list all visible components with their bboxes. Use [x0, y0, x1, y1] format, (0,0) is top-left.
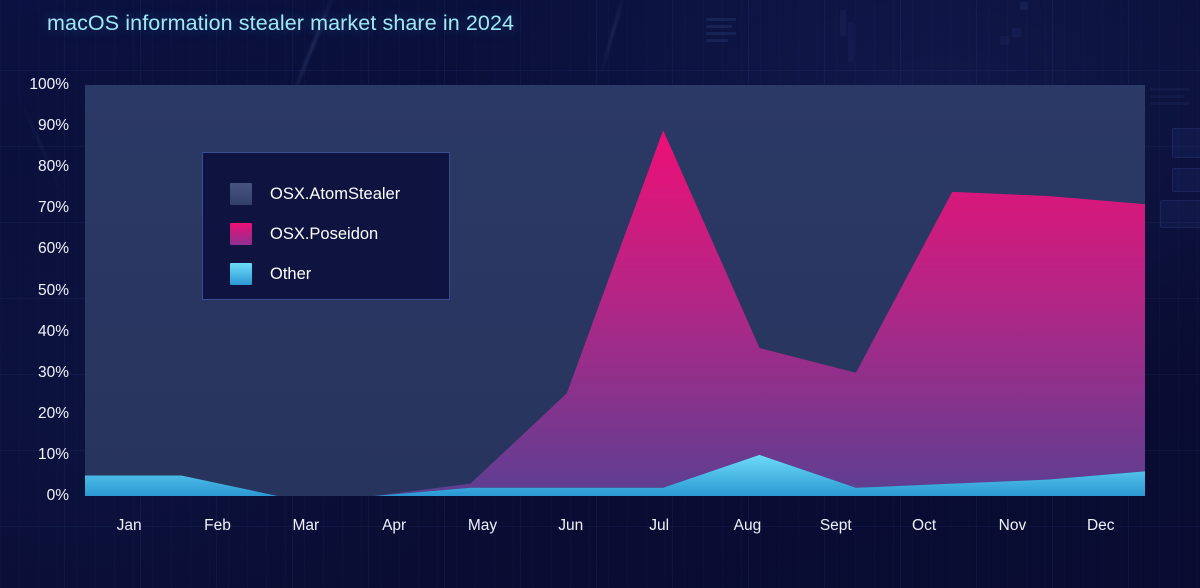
y-axis-tick: 60%: [37, 240, 69, 258]
y-axis-tick: 80%: [37, 158, 69, 176]
chart-legend: OSX.AtomStealer OSX.Poseidon Other: [202, 152, 450, 300]
x-axis-tick: Jan: [116, 517, 142, 534]
legend-item-label: OSX.Poseidon: [270, 224, 379, 243]
legend-item-poseidon[interactable]: OSX.Poseidon: [230, 214, 449, 254]
page-title: macOS information stealer market share i…: [47, 11, 515, 35]
x-axis-tick: Oct: [912, 517, 937, 534]
y-axis-tick: 40%: [37, 322, 69, 340]
x-axis: Jan Feb Mar Apr May Jun Jul Aug Sept Oct…: [85, 506, 1145, 546]
legend-swatch-icon: [230, 223, 252, 245]
legend-item-label: OSX.AtomStealer: [270, 184, 401, 203]
legend-item-label: Other: [270, 264, 312, 283]
y-axis-tick: 10%: [37, 445, 69, 463]
chart-screenshot: macOS information stealer market share i…: [0, 0, 1200, 588]
y-axis-tick: 100%: [29, 76, 69, 93]
x-axis-tick: Dec: [1086, 517, 1115, 534]
x-axis-tick: May: [467, 517, 498, 534]
legend-swatch-icon: [230, 183, 252, 205]
x-axis-tick: Nov: [998, 517, 1027, 534]
legend-item-atomstealer[interactable]: OSX.AtomStealer: [230, 174, 449, 214]
legend-item-other[interactable]: Other: [230, 254, 449, 294]
y-axis-tick: 50%: [37, 281, 69, 299]
y-axis-tick: 20%: [37, 404, 69, 422]
y-axis-tick: 70%: [37, 199, 69, 217]
x-axis-tick: Apr: [382, 517, 407, 534]
x-axis-tick: Sept: [819, 517, 852, 534]
y-axis: 100% 90% 80% 70% 60% 50% 40% 30% 20% 10%…: [0, 76, 78, 504]
x-axis-tick: Feb: [204, 517, 231, 534]
legend-swatch-icon: [230, 263, 252, 285]
x-axis-tick: Jul: [649, 517, 670, 534]
y-axis-tick: 0%: [46, 487, 69, 504]
x-axis-tick: Jun: [558, 517, 584, 534]
x-axis-tick: Aug: [733, 517, 762, 534]
y-axis-tick: 30%: [37, 363, 69, 381]
y-axis-tick: 90%: [37, 117, 69, 135]
x-axis-tick: Mar: [292, 517, 320, 534]
